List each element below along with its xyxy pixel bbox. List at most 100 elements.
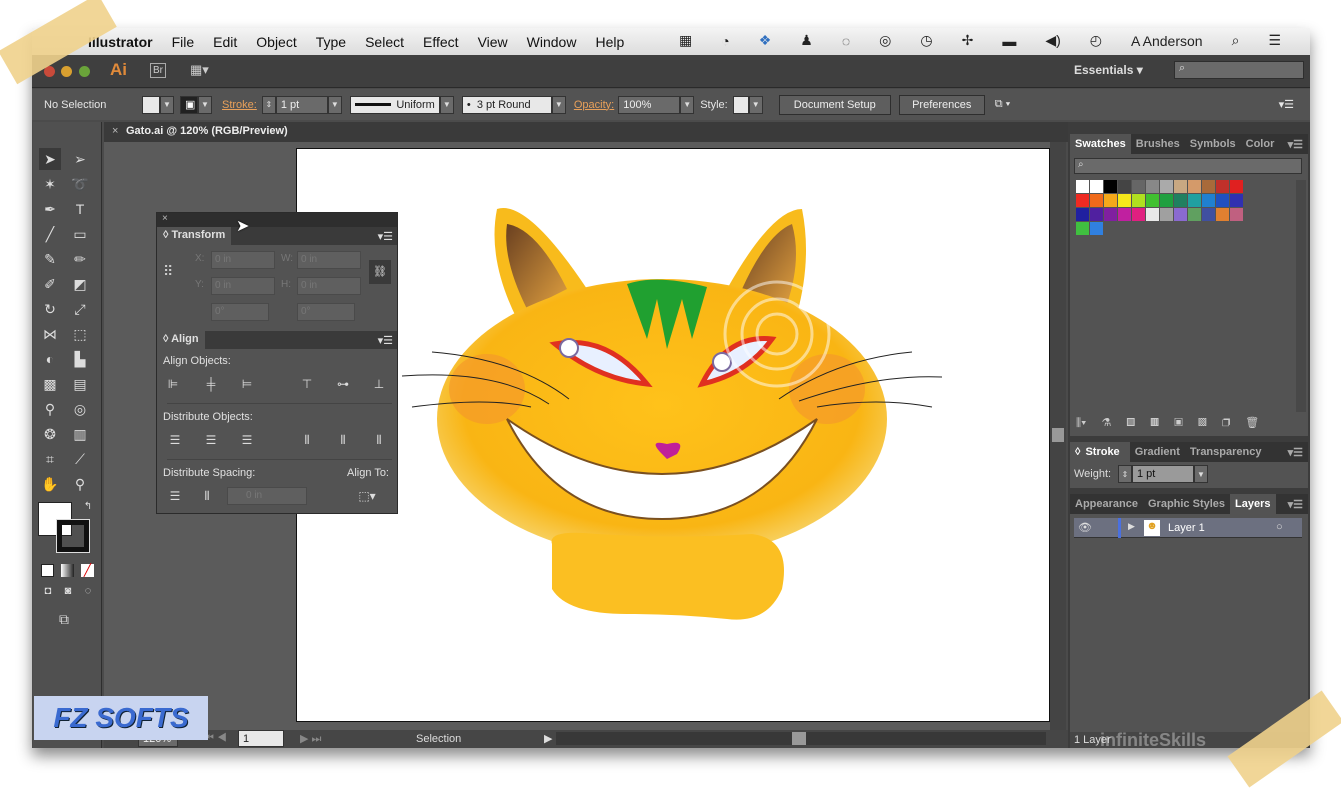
- arrange-documents-icon[interactable]: ▦▾: [190, 62, 209, 78]
- panel-close-icon[interactable]: ×: [157, 213, 397, 227]
- swatch[interactable]: [1104, 180, 1117, 193]
- stroke-swatch[interactable]: ▣: [180, 95, 198, 114]
- line-tool-icon[interactable]: ╱: [39, 223, 61, 245]
- swatch[interactable]: [1160, 208, 1173, 221]
- swatch[interactable]: [1230, 180, 1243, 193]
- menu-file[interactable]: File: [172, 34, 195, 50]
- shear-input[interactable]: 0°: [297, 303, 355, 321]
- swatch[interactable]: [1230, 194, 1243, 207]
- swatch[interactable]: [1188, 208, 1201, 221]
- transform-tab[interactable]: ◊ Transform: [157, 227, 232, 245]
- selection-tool-icon[interactable]: ➤: [39, 148, 61, 170]
- swatch[interactable]: [1202, 194, 1215, 207]
- horizontal-distribute-space-icon[interactable]: ⫴: [199, 489, 215, 503]
- tab-appearance[interactable]: Appearance: [1070, 498, 1143, 510]
- menu-window[interactable]: Window: [527, 34, 577, 50]
- preferences-button[interactable]: Preferences: [898, 94, 985, 115]
- blend-tool-icon[interactable]: ◎: [69, 398, 91, 420]
- time-icon[interactable]: ◴: [1090, 32, 1102, 49]
- stroke-color-box[interactable]: [56, 519, 90, 553]
- tab-layers[interactable]: Layers: [1230, 494, 1276, 514]
- zoom-window-button[interactable]: [79, 66, 90, 77]
- help-search-input[interactable]: ⌕: [1174, 61, 1304, 79]
- align-vertical-center-icon[interactable]: ⊶: [335, 377, 351, 391]
- color-mode-icon[interactable]: [41, 564, 54, 577]
- artboard[interactable]: [296, 148, 1050, 722]
- swatch[interactable]: [1160, 194, 1173, 207]
- w-input[interactable]: 0 in: [297, 251, 361, 269]
- variable-width-profile[interactable]: Uniform: [349, 95, 440, 114]
- next-artboard-icon[interactable]: ▶ ⏭: [300, 732, 321, 746]
- tab-color[interactable]: Color: [1241, 138, 1280, 150]
- vertical-scrollbar[interactable]: [1050, 142, 1066, 732]
- tab-gradient[interactable]: Gradient: [1130, 446, 1185, 458]
- draw-behind-icon[interactable]: ◙: [57, 580, 79, 602]
- swatch[interactable]: [1104, 194, 1117, 207]
- swatch-search-input[interactable]: ⌕: [1074, 158, 1302, 174]
- align-left-icon[interactable]: ⊫: [165, 377, 181, 391]
- distribute-bottom-icon[interactable]: ☰: [239, 433, 255, 447]
- swatch[interactable]: [1090, 222, 1103, 235]
- swatch[interactable]: [1160, 180, 1173, 193]
- draw-inside-icon[interactable]: ◌: [77, 580, 99, 602]
- transform-menu-icon[interactable]: ▾☰: [378, 230, 393, 243]
- spotlight-icon[interactable]: ⌕: [1232, 32, 1240, 49]
- rectangle-tool-icon[interactable]: ▭: [69, 223, 91, 245]
- vertical-scroll-thumb[interactable]: [1052, 428, 1064, 442]
- swatches-menu-icon[interactable]: ▾☰: [1283, 138, 1308, 151]
- notification-list-icon[interactable]: ☰: [1268, 32, 1281, 49]
- distribute-right-icon[interactable]: ⫴: [371, 433, 387, 447]
- align-top-icon[interactable]: ⊤: [299, 377, 315, 391]
- eyedropper-tool-icon[interactable]: ⚲: [39, 398, 61, 420]
- close-document-icon[interactable]: ×: [112, 125, 118, 137]
- gradient-tool-icon[interactable]: ▤: [69, 373, 91, 395]
- panel-menu-icon[interactable]: ▾☰: [1279, 98, 1294, 111]
- paintbrush-tool-icon[interactable]: ✎: [39, 248, 61, 270]
- distribute-vertical-center-icon[interactable]: ☰: [203, 433, 219, 447]
- y-input[interactable]: 0 in: [211, 277, 275, 295]
- current-tool-status[interactable]: Selection: [416, 733, 461, 745]
- tab-graphic-styles[interactable]: Graphic Styles: [1143, 498, 1230, 510]
- flag-icon[interactable]: ▬: [1002, 33, 1016, 49]
- pencil-tool-icon[interactable]: ✏: [69, 248, 91, 270]
- align-bottom-icon[interactable]: ⊥: [371, 377, 387, 391]
- opacity-dropdown[interactable]: ▼: [680, 95, 695, 114]
- swatch[interactable]: [1146, 180, 1159, 193]
- align-tab[interactable]: ◊ Align: [157, 331, 205, 349]
- tab-symbols[interactable]: Symbols: [1185, 138, 1241, 150]
- graphic-style-swatch[interactable]: [732, 95, 749, 114]
- rotate-input[interactable]: 0°: [211, 303, 269, 321]
- symbol-sprayer-tool-icon[interactable]: ❂: [39, 423, 61, 445]
- tab-stroke[interactable]: ◊ Stroke: [1070, 442, 1130, 462]
- constrain-proportions-icon[interactable]: ⛓: [369, 260, 391, 284]
- horizontal-scrollbar[interactable]: [556, 732, 1046, 745]
- align-right-icon[interactable]: ⊨: [239, 377, 255, 391]
- draw-normal-icon[interactable]: ◘: [37, 580, 59, 602]
- swatch[interactable]: [1216, 194, 1229, 207]
- swatch[interactable]: [1188, 180, 1201, 193]
- style-dropdown[interactable]: ▼: [748, 95, 763, 114]
- shape-builder-tool-icon[interactable]: ◐: [39, 348, 61, 370]
- swatch[interactable]: [1076, 208, 1089, 221]
- align-menu-icon[interactable]: ▾☰: [378, 334, 393, 347]
- clock-icon[interactable]: ◔: [721, 33, 729, 49]
- swatch[interactable]: [1076, 194, 1089, 207]
- menu-select[interactable]: Select: [365, 34, 404, 50]
- menu-object[interactable]: Object: [256, 34, 296, 50]
- layer-target-icon[interactable]: ○: [1276, 521, 1283, 533]
- bell-icon[interactable]: ♟: [800, 32, 813, 49]
- h-input[interactable]: 0 in: [297, 277, 361, 295]
- direct-selection-tool-icon[interactable]: ➢: [69, 148, 91, 170]
- swatch[interactable]: [1132, 208, 1145, 221]
- tab-transparency[interactable]: Transparency: [1185, 446, 1267, 458]
- eraser-tool-icon[interactable]: ◩: [69, 273, 91, 295]
- weight-dropdown[interactable]: ▼: [1194, 465, 1208, 483]
- mesh-tool-icon[interactable]: ▩: [39, 373, 61, 395]
- menu-view[interactable]: View: [478, 34, 508, 50]
- artboard-tool-icon[interactable]: ⌗: [39, 448, 61, 470]
- bluetooth-icon[interactable]: ✢: [962, 32, 974, 49]
- user-name[interactable]: A Anderson: [1131, 33, 1203, 49]
- distribute-top-icon[interactable]: ☰: [167, 433, 183, 447]
- status-menu-icon[interactable]: ▶: [544, 732, 552, 745]
- document-setup-button[interactable]: Document Setup: [778, 94, 891, 115]
